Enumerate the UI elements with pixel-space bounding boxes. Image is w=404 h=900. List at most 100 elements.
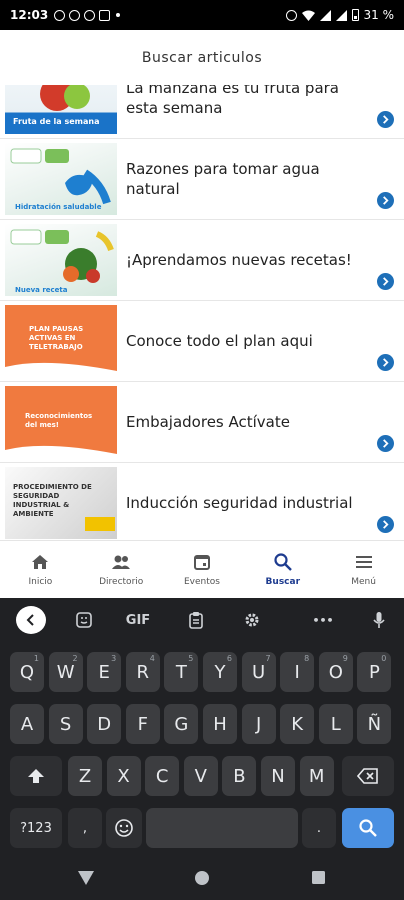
chevron-right-icon[interactable] [377, 354, 394, 371]
nav-item-inicio[interactable]: Inicio [0, 541, 81, 598]
key-j[interactable]: J [241, 704, 276, 744]
key-b[interactable]: B [222, 756, 257, 796]
key-hint: 9 [342, 654, 348, 663]
key-z[interactable]: Z [68, 756, 102, 796]
article-title: Conoce todo el plan aqui [126, 332, 313, 350]
key-p[interactable]: P0 [357, 652, 392, 692]
key-y[interactable]: Y6 [203, 652, 237, 692]
more-options-button[interactable]: ••• [308, 606, 338, 634]
system-icons: 31 % [285, 8, 394, 22]
nav-label: Eventos [184, 577, 220, 587]
signal-2-icon [335, 9, 347, 21]
key-a[interactable]: A [10, 704, 44, 744]
key-n[interactable]: N [261, 756, 295, 796]
article-thumbnail: Hidratación saludable [5, 143, 117, 215]
page-title: Buscar articulos [0, 30, 404, 85]
backspace-key[interactable] [342, 756, 394, 796]
nav-label: Buscar [265, 577, 301, 587]
key-label: T [175, 661, 187, 683]
status-bar: 12:03 31 % [0, 0, 404, 30]
bottom-navigation: Inicio Directorio Eventos Buscar Menú [0, 540, 404, 598]
chevron-left-icon [26, 614, 34, 626]
key-e[interactable]: E3 [87, 652, 122, 692]
notification-icons [54, 9, 121, 21]
key-ñ[interactable]: Ñ [357, 704, 392, 744]
key-hint: 0 [381, 654, 387, 663]
space-key[interactable] [146, 808, 298, 848]
facebook-icon [69, 9, 81, 21]
search-key[interactable] [342, 808, 394, 848]
nav-label: Menú [351, 577, 376, 587]
key-d[interactable]: D [87, 704, 122, 744]
key-u[interactable]: U7 [241, 652, 276, 692]
key-v[interactable]: V [183, 756, 218, 796]
battery-icon [351, 9, 359, 21]
key-label: P [368, 661, 380, 683]
chevron-right-icon[interactable] [377, 273, 394, 290]
key-c[interactable]: C [145, 756, 180, 796]
nav-item-menu[interactable]: Menú [323, 541, 404, 598]
recents-square-icon[interactable] [311, 870, 326, 885]
emoji-key[interactable] [106, 808, 142, 848]
system-navigation-bar [0, 855, 404, 900]
key-hint: 4 [149, 654, 155, 663]
key-hint: 6 [226, 654, 232, 663]
sticker-button[interactable] [70, 606, 98, 634]
article-item[interactable]: Hidratación saludable Razones para tomar… [0, 139, 404, 220]
settings-button[interactable] [238, 606, 266, 634]
article-item[interactable]: Nueva receta ¡Aprendamos nuevas recetas! [0, 220, 404, 301]
nav-item-eventos[interactable]: Eventos [162, 541, 243, 598]
back-triangle-icon[interactable] [77, 870, 95, 886]
sticker-icon [76, 612, 92, 628]
period-key[interactable]: . [302, 808, 336, 848]
key-label: I [294, 661, 300, 683]
key-h[interactable]: H [203, 704, 237, 744]
nav-item-directorio[interactable]: Directorio [81, 541, 162, 598]
key-hint: 8 [304, 654, 310, 663]
key-o[interactable]: O9 [318, 652, 353, 692]
article-title: Embajadores Actívate [126, 413, 290, 431]
soft-keyboard: GIF ••• Q1W2E3R4T5Y6U7I8O9P0 ASDFGHJKLÑ … [0, 598, 404, 855]
nav-label: Directorio [99, 577, 144, 587]
key-i[interactable]: I8 [280, 652, 315, 692]
symbols-key[interactable]: ?123 [10, 808, 62, 848]
article-item[interactable]: PROCEDIMIENTO DE SEGURIDAD INDUSTRIAL & … [0, 463, 404, 540]
clipboard-icon [189, 612, 203, 629]
key-f[interactable]: F [125, 704, 160, 744]
chevron-right-icon[interactable] [377, 435, 394, 452]
voice-input-button[interactable] [366, 606, 392, 634]
article-thumbnail: PROCEDIMIENTO DE SEGURIDAD INDUSTRIAL & … [5, 467, 117, 539]
key-m[interactable]: M [299, 756, 334, 796]
chevron-right-icon[interactable] [377, 111, 394, 128]
key-hint: 5 [188, 654, 194, 663]
more-notifications-icon [116, 13, 121, 17]
chevron-right-icon[interactable] [377, 516, 394, 533]
article-item[interactable]: PLAN PAUSAS ACTIVAS EN TELETRABAJO Conoc… [0, 301, 404, 382]
key-x[interactable]: X [106, 756, 141, 796]
collapse-toolbar-button[interactable] [16, 606, 46, 634]
comma-key[interactable]: , [68, 808, 102, 848]
thumb-caption: Fruta de la semana [13, 117, 100, 126]
people-icon [112, 555, 131, 569]
article-title: Razones para tomar agua natural [126, 160, 320, 198]
article-thumbnail: Nueva receta [5, 224, 117, 296]
thumb-caption: Nueva receta [15, 286, 68, 294]
key-l[interactable]: L [318, 704, 353, 744]
article-item[interactable]: Reconocimientos del mes! Embajadores Act… [0, 382, 404, 463]
key-q[interactable]: Q1 [10, 652, 44, 692]
nav-item-buscar[interactable]: Buscar [242, 541, 323, 598]
key-t[interactable]: T5 [164, 652, 199, 692]
key-w[interactable]: W2 [48, 652, 83, 692]
article-list[interactable]: Fruta de la semana La manzana es tu frut… [0, 85, 404, 540]
clipboard-button[interactable] [182, 606, 210, 634]
key-r[interactable]: R4 [125, 652, 160, 692]
article-item[interactable]: Fruta de la semana La manzana es tu frut… [0, 85, 404, 139]
key-k[interactable]: K [280, 704, 315, 744]
home-circle-icon[interactable] [194, 870, 210, 886]
gif-button[interactable]: GIF [121, 606, 155, 634]
key-s[interactable]: S [48, 704, 83, 744]
chevron-right-icon[interactable] [377, 192, 394, 209]
key-g[interactable]: G [164, 704, 199, 744]
shift-key[interactable] [10, 756, 62, 796]
key-label: U [252, 661, 266, 683]
